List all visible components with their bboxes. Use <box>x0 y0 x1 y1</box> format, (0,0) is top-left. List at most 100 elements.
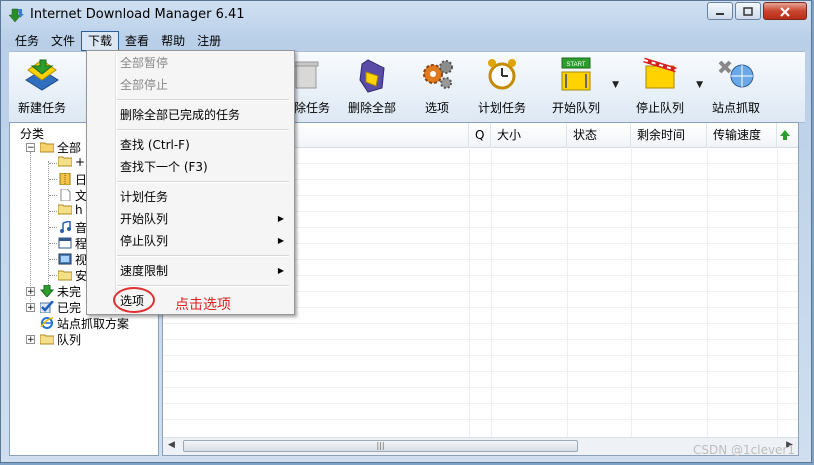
scroll-thumb[interactable]: ||| <box>183 440 578 452</box>
grid-line <box>567 147 568 437</box>
program-window-icon <box>58 237 72 249</box>
tree-node-child[interactable]: 日 <box>58 171 87 187</box>
submenu-arrow-icon: ▶ <box>277 214 284 223</box>
folder-icon <box>57 203 73 215</box>
menu-pause-all[interactable]: 全部暂停 <box>87 53 294 73</box>
menu-task[interactable]: 任务 <box>9 31 45 51</box>
tree-line <box>49 227 57 228</box>
start-queue-dropdown-icon[interactable]: ▼ <box>612 80 619 90</box>
row-line <box>163 371 798 372</box>
tree-node-queues[interactable]: 队列 <box>39 331 82 347</box>
stop-queue-button[interactable]: ▼ 停止队列 <box>621 52 703 122</box>
maximize-icon <box>743 7 753 16</box>
expand-all-toggle[interactable]: − <box>26 143 35 153</box>
grid-line <box>469 147 470 437</box>
new-task-icon <box>25 59 59 91</box>
minimize-icon <box>716 13 724 15</box>
window-controls <box>705 2 807 20</box>
menu-scheduler[interactable]: 计划任务 <box>87 187 294 207</box>
expand-queues-toggle[interactable]: + <box>26 335 35 345</box>
tree-node-child[interactable]: 视 <box>58 251 87 267</box>
menu-bar: 任务 文件 下载 查看 帮助 注册 <box>9 31 227 51</box>
column-size[interactable]: 大小 <box>491 123 567 147</box>
options-button[interactable]: 选项 <box>409 52 465 122</box>
tree-line <box>49 275 57 276</box>
tree-node-site-grabber[interactable]: 站点抓取方案 <box>40 315 129 331</box>
minimize-button[interactable] <box>707 2 733 20</box>
options-label: 选项 <box>424 101 449 115</box>
new-task-button[interactable]: 新建任务 <box>11 52 73 122</box>
start-queue-label: 开始队列 <box>551 101 600 115</box>
stop-queue-label: 停止队列 <box>635 101 684 115</box>
close-button[interactable] <box>763 2 807 20</box>
menu-separator <box>117 285 289 287</box>
archive-icon <box>58 172 72 186</box>
grid-line <box>631 147 632 437</box>
delete-all-button[interactable]: 删除全部 <box>339 52 405 122</box>
scheduler-button[interactable]: 计划任务 <box>469 52 535 122</box>
maximize-button[interactable] <box>735 2 761 20</box>
expand-finished-toggle[interactable]: + <box>26 303 35 313</box>
idm-app-icon <box>9 8 24 23</box>
window-title: Internet Download Manager 6.41 <box>30 7 245 22</box>
menu-file[interactable]: 文件 <box>45 31 81 51</box>
menu-view[interactable]: 查看 <box>119 31 155 51</box>
menu-find-next[interactable]: 查找下一个 (F3) <box>87 157 294 177</box>
menu-stop-all[interactable]: 全部停止 <box>87 75 294 95</box>
tree-node-all[interactable]: 全部 <box>39 139 82 155</box>
idm-window: Internet Download Manager 6.41 任务 文件 下载 … <box>0 0 812 463</box>
submenu-arrow-icon: ▶ <box>277 266 284 275</box>
scroll-left-arrow-icon[interactable]: ◀ <box>168 440 175 450</box>
tree-node-child[interactable]: 安 <box>57 267 87 283</box>
tree-line <box>49 211 57 212</box>
tree-line <box>48 161 49 289</box>
column-transfer-rate[interactable]: 传输速度 <box>707 123 777 147</box>
menu-delete-completed[interactable]: 删除全部已完成的任务 <box>87 105 294 125</box>
tree-node-child[interactable]: 程 <box>58 235 87 251</box>
row-line <box>163 323 798 324</box>
menu-start-queue[interactable]: 开始队列 ▶ <box>87 209 294 229</box>
submenu-arrow-icon: ▶ <box>277 236 284 245</box>
tree-node-label: + <box>75 155 86 169</box>
download-arrow-icon <box>39 284 55 298</box>
start-queue-button[interactable]: START ▼ 开始队列 <box>537 52 619 122</box>
tree-node-child[interactable]: h <box>57 203 83 219</box>
tree-node-label: 队列 <box>57 333 82 347</box>
sort-up-arrow-icon[interactable] <box>779 129 791 141</box>
site-grabber-icon <box>718 60 754 88</box>
watermark: CSDN @1clever1 <box>692 443 795 457</box>
tree-node-unfinished[interactable]: 未完 <box>39 283 82 299</box>
column-status[interactable]: 状态 <box>567 123 631 147</box>
new-task-label: 新建任务 <box>17 101 66 115</box>
title-bar: Internet Download Manager 6.41 <box>1 1 811 29</box>
folder-icon <box>39 333 55 345</box>
row-line <box>163 419 798 420</box>
download-menu-dropdown: 全部暂停 全部停止 删除全部已完成的任务 查找 (Ctrl-F) 查找下一个 (… <box>86 50 295 315</box>
column-time-left[interactable]: 剩余时间 <box>631 123 707 147</box>
menu-start-queue-label: 开始队列 <box>120 212 169 226</box>
menu-speed-limit[interactable]: 速度限制 ▶ <box>87 261 294 281</box>
menu-find[interactable]: 查找 (Ctrl-F) <box>87 135 294 155</box>
site-grabber-button[interactable]: 站点抓取 <box>703 52 769 122</box>
menu-help[interactable]: 帮助 <box>155 31 191 51</box>
grid-line <box>491 147 492 437</box>
menu-separator <box>117 181 289 183</box>
tree-line <box>49 163 57 164</box>
tree-line <box>49 259 57 260</box>
annotation-text: 点击选项 <box>175 297 231 313</box>
stop-queue-dropdown-icon[interactable]: ▼ <box>696 80 703 90</box>
tree-node-label: 全部 <box>57 141 82 155</box>
menu-stop-queue-label: 停止队列 <box>120 234 169 248</box>
tree-node-finished[interactable]: 已完 <box>39 299 81 315</box>
column-queue[interactable]: Q <box>469 123 491 147</box>
tree-node-label: 未完 <box>57 285 82 299</box>
tree-line <box>30 152 31 306</box>
expand-unfinished-toggle[interactable]: + <box>26 287 35 297</box>
menu-register[interactable]: 注册 <box>191 31 227 51</box>
menu-stop-queue[interactable]: 停止队列 ▶ <box>87 231 294 251</box>
tree-node-child[interactable]: 文 <box>58 187 87 203</box>
tree-node-child[interactable]: 音 <box>58 219 87 235</box>
menu-download[interactable]: 下载 <box>81 31 120 51</box>
start-queue-icon: START <box>561 57 591 91</box>
tree-node-child[interactable]: + <box>57 155 86 171</box>
